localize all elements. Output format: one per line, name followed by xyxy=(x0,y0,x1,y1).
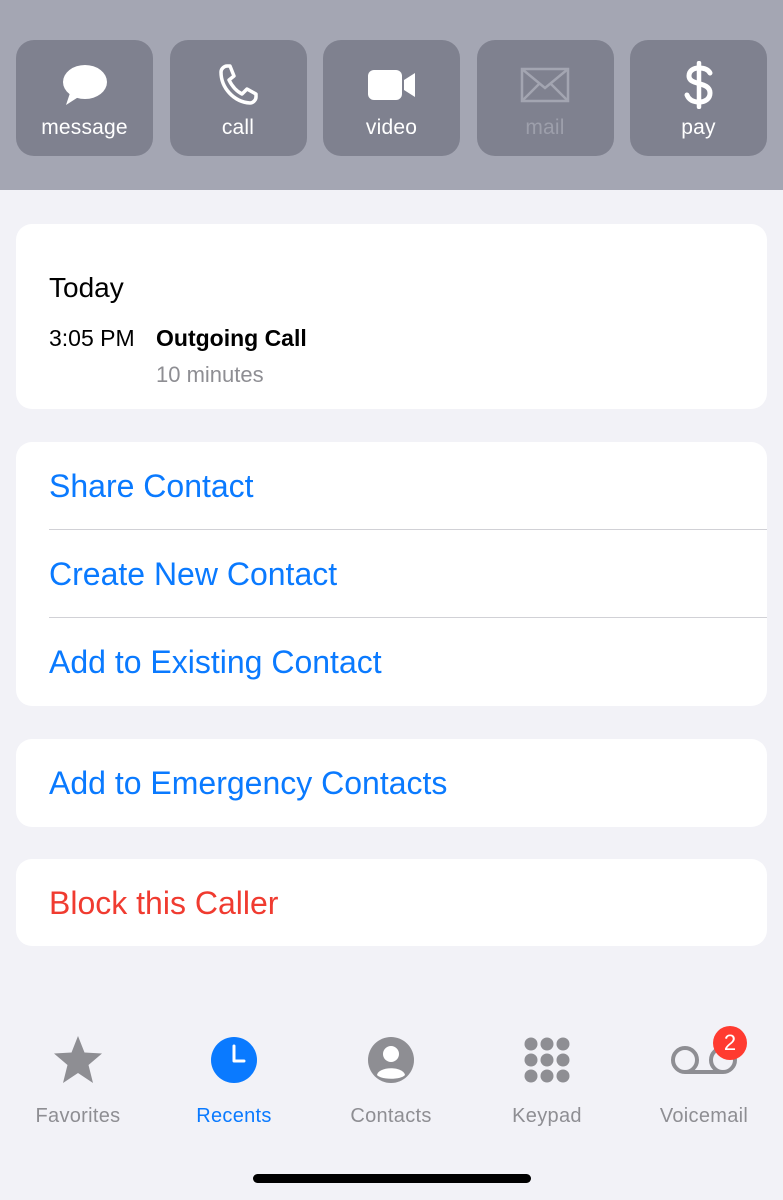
video-label: video xyxy=(365,116,418,139)
call-label: call xyxy=(221,116,255,139)
add-to-emergency-contacts-button[interactable]: Add to Emergency Contacts xyxy=(16,739,767,827)
pay-button[interactable]: pay xyxy=(630,40,767,156)
pay-label: pay xyxy=(681,116,716,139)
tab-recents[interactable]: Recents xyxy=(169,1030,299,1135)
tab-recents-label: Recents xyxy=(196,1105,272,1127)
call-day: Today xyxy=(49,272,124,303)
tab-keypad[interactable]: Keypad xyxy=(482,1030,612,1135)
mail-label: mail xyxy=(525,116,565,139)
clock-icon xyxy=(199,1030,269,1090)
action-buttons-row: message call video mail pay xyxy=(16,40,767,156)
emergency-contacts-card: Add to Emergency Contacts xyxy=(16,739,767,827)
call-time: 3:05 PM xyxy=(49,325,135,351)
add-to-existing-contact-button[interactable]: Add to Existing Contact xyxy=(16,618,767,706)
call-duration: 10 minutes xyxy=(156,362,264,387)
voicemail-badge: 2 xyxy=(713,1026,747,1060)
tab-bar: Favorites Recents Contacts Keypad 2 Voic… xyxy=(0,1026,783,1140)
tab-voicemail[interactable]: 2 Voicemail xyxy=(639,1026,769,1135)
tab-contacts-label: Contacts xyxy=(350,1105,432,1127)
video-button[interactable]: video xyxy=(323,40,460,156)
message-icon xyxy=(61,60,109,110)
video-icon xyxy=(367,60,417,110)
call-type: Outgoing Call xyxy=(156,325,307,351)
dollar-icon xyxy=(683,60,715,110)
contact-header: message call video mail pay xyxy=(0,0,783,190)
tab-voicemail-label: Voicemail xyxy=(659,1105,749,1127)
tab-favorites-label: Favorites xyxy=(35,1105,121,1127)
tab-favorites[interactable]: Favorites xyxy=(13,1030,143,1135)
phone-icon xyxy=(218,60,258,110)
message-button[interactable]: message xyxy=(16,40,153,156)
create-new-contact-button[interactable]: Create New Contact xyxy=(16,530,767,618)
mail-button[interactable]: mail xyxy=(476,40,614,156)
message-label: message xyxy=(41,116,128,139)
block-caller-button[interactable]: Block this Caller xyxy=(16,859,767,946)
contact-options-card: Share Contact Create New Contact Add to … xyxy=(16,442,767,706)
tab-keypad-label: Keypad xyxy=(512,1105,582,1127)
person-icon xyxy=(356,1030,426,1090)
recent-call-card: Today 3:05 PM Outgoing Call 10 minutes xyxy=(16,224,767,409)
mail-icon xyxy=(520,60,570,110)
tab-contacts[interactable]: Contacts xyxy=(326,1030,456,1135)
block-caller-card: Block this Caller xyxy=(16,859,767,946)
share-contact-button[interactable]: Share Contact xyxy=(16,442,767,530)
call-button[interactable]: call xyxy=(169,40,307,156)
star-icon xyxy=(43,1030,113,1090)
keypad-icon xyxy=(512,1030,582,1090)
home-indicator[interactable] xyxy=(253,1174,531,1183)
voicemail-icon: 2 xyxy=(669,1026,747,1090)
